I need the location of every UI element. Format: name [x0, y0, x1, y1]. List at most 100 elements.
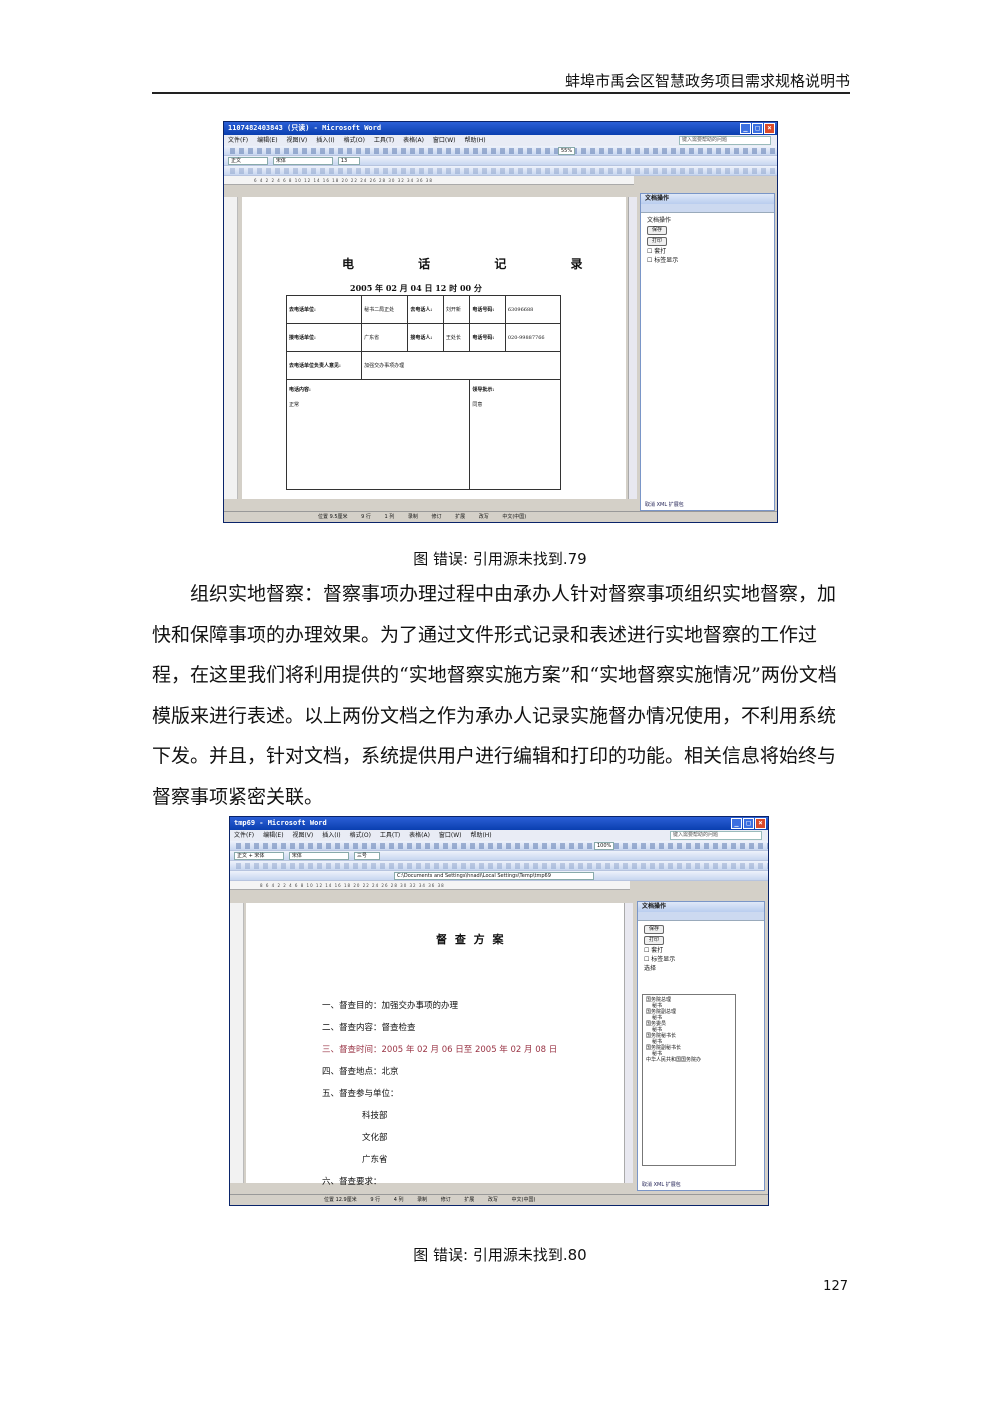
font-select[interactable]: 宋体: [272, 156, 333, 165]
zoom-select[interactable]: 100%: [594, 841, 615, 850]
status-overwrite: 改写: [487, 1197, 498, 1203]
table-cell: 电话号码:: [469, 295, 506, 324]
drawing-toolbar: [230, 861, 768, 871]
task-pane-nav[interactable]: [641, 204, 774, 213]
menu-format[interactable]: 格式(O): [344, 137, 365, 144]
print-button[interactable]: 打印: [644, 936, 665, 945]
status-extend: 扩展: [464, 1197, 475, 1203]
title-bar: tmp69 - Microsoft Word _ □ ×: [230, 817, 768, 830]
close-icon[interactable]: ×: [755, 818, 766, 829]
title-bar: 1107482403843 (只读) - Microsoft Word _ □ …: [224, 122, 777, 135]
print-button[interactable]: 打印: [647, 237, 668, 246]
plan-item: 四、督查地点：北京: [322, 1067, 399, 1077]
task-pane-nav[interactable]: [638, 912, 764, 921]
menu-tools[interactable]: 工具(T): [374, 137, 394, 144]
horizontal-ruler: 6 4 2 2 4 6 8 10 12 14 16 18 20 22 24 26…: [224, 176, 634, 185]
body-paragraph: 组织实地督察：督察事项办理过程中由承办人针对督察事项组织实地督察，加快和保障事项…: [152, 583, 837, 808]
style-select[interactable]: 正文: [228, 156, 268, 165]
record-datetime: 2005 年 02 月 04 日 12 时 00 分: [350, 283, 482, 293]
menu-window[interactable]: 窗口(W): [433, 137, 456, 144]
close-icon[interactable]: ×: [764, 123, 775, 134]
table-cell: 刘开新: [442, 295, 471, 324]
menu-help[interactable]: 帮助(H): [470, 832, 491, 839]
maximize-icon[interactable]: □: [743, 818, 754, 829]
menu-file[interactable]: 文件(F): [228, 137, 248, 144]
table-cell: 接电话单位:: [285, 323, 363, 352]
help-search-input[interactable]: 键入需要帮助的问题: [670, 831, 762, 840]
menu-format[interactable]: 格式(O): [350, 832, 371, 839]
menu-tools[interactable]: 工具(T): [380, 832, 400, 839]
content-cell: 电话内容: 正常: [285, 379, 471, 490]
style-select[interactable]: 正文 + 宋体: [234, 851, 284, 860]
status-column: 4 列: [393, 1197, 404, 1203]
status-overwrite: 改写: [478, 514, 489, 520]
size-select[interactable]: 13: [337, 156, 360, 165]
save-button[interactable]: 保存: [647, 226, 668, 235]
plan-item: 六、督查要求：: [322, 1177, 382, 1187]
opinion-label: 去电话单位负责人意见:: [285, 351, 363, 380]
menu-edit[interactable]: 编辑(E): [263, 832, 283, 839]
show-tags-checkbox[interactable]: 标签显示: [644, 955, 758, 964]
vertical-scrollbar[interactable]: [624, 903, 633, 1183]
plan-item: 一、督查目的：加强交办事项的办理: [322, 1001, 459, 1011]
task-pane-section: 文档操作 保存 打印 套打 标签显示: [641, 213, 774, 268]
font-select[interactable]: 宋体: [288, 851, 349, 860]
table-cell: 电话号码:: [469, 323, 506, 352]
drawing-toolbar: [224, 166, 777, 176]
save-button[interactable]: 保存: [644, 925, 665, 934]
overlay-print-checkbox[interactable]: 套打: [644, 946, 758, 955]
menu-table[interactable]: 表格(A): [409, 832, 430, 839]
zoom-select[interactable]: 55%: [558, 146, 576, 155]
status-bar: 位置 9.5厘米 9 行 1 列 录制 修订 扩展 改写 中文(中国): [224, 511, 777, 522]
status-line: 9 行: [361, 514, 371, 520]
maximize-icon[interactable]: □: [752, 123, 763, 134]
org-tree[interactable]: 国务院总理 秘书 国务院副总理 秘书 国务委员 秘书 国务院秘书长 秘书 国务院…: [642, 994, 736, 1166]
status-column: 1 列: [384, 514, 395, 520]
menu-bar: 文件(F) 编辑(E) 视图(V) 插入(I) 格式(O) 工具(T) 表格(A…: [230, 830, 768, 841]
menu-insert[interactable]: 插入(I): [316, 137, 334, 144]
status-position: 位置 12.9厘米: [324, 1197, 357, 1203]
opinion-value: 加强交办事项办理: [361, 351, 561, 380]
table-row: 去电话单位负责人意见: 加强交办事项办理: [285, 351, 561, 380]
select-label: 选择: [644, 965, 657, 972]
menu-view[interactable]: 视图(V): [292, 832, 313, 839]
page-number: 127: [823, 1279, 848, 1294]
menu-window[interactable]: 窗口(W): [439, 832, 462, 839]
horizontal-ruler: 8 6 4 2 2 4 6 8 10 12 14 16 18 20 22 24 …: [230, 881, 630, 890]
menu-help[interactable]: 帮助(H): [464, 137, 485, 144]
plan-item: 三、督查时间：2005 年 02 月 06 日至 2005 年 02 月 08 …: [322, 1045, 558, 1055]
vertical-ruler: [230, 903, 244, 1183]
page-header: 蚌埠市禹会区智慧政务项目需求规格说明书: [152, 72, 850, 94]
menu-insert[interactable]: 插入(I): [322, 832, 340, 839]
status-extend: 扩展: [455, 514, 466, 520]
record-title: 电 话 记 录: [342, 257, 613, 271]
vertical-scrollbar[interactable]: [628, 197, 637, 499]
help-search-input[interactable]: 键入需要帮助的问题: [679, 136, 771, 145]
table-cell: 王处长: [442, 323, 471, 352]
xml-pack-link[interactable]: 取消 XML 扩展包: [645, 501, 684, 508]
drawing-icons: [230, 168, 777, 174]
menu-table[interactable]: 表格(A): [403, 137, 424, 144]
menu-edit[interactable]: 编辑(E): [257, 137, 277, 144]
show-tags-checkbox[interactable]: 标签显示: [647, 256, 768, 265]
formatting-toolbar: 正文 + 宋体 宋体 三号: [230, 851, 768, 861]
overlay-print-checkbox[interactable]: 套打: [647, 247, 768, 256]
minimize-icon[interactable]: _: [740, 123, 751, 134]
menu-view[interactable]: 视图(V): [286, 137, 307, 144]
xml-pack-link[interactable]: 取消 XML 扩展包: [642, 1181, 681, 1188]
task-pane: 文档操作 文档操作 保存 打印 套打 标签显示 取消 XML 扩展包: [640, 193, 775, 511]
table-cell: 广东省: [361, 323, 409, 352]
drawing-icons: [236, 863, 768, 869]
figure-caption-2: 图 错误: 引用源未找到.80: [413, 1246, 587, 1264]
unit-item: 科技部: [362, 1111, 388, 1121]
table-cell: 秘书二局正处: [361, 295, 409, 324]
plan-title: 督 查 方 案: [436, 933, 506, 946]
minimize-icon[interactable]: _: [731, 818, 742, 829]
address-field[interactable]: C:\Documents and Settings\hnadi\Local Se…: [394, 871, 594, 880]
plan-item: 五、督查参与单位：: [322, 1089, 399, 1099]
size-select[interactable]: 三号: [353, 851, 380, 860]
plan-item: 二、督查内容：督查检查: [322, 1023, 416, 1033]
tree-item[interactable]: 中华人民共和国国务院办: [646, 1057, 732, 1063]
content-label: 电话内容:: [289, 387, 311, 393]
menu-file[interactable]: 文件(F): [234, 832, 254, 839]
